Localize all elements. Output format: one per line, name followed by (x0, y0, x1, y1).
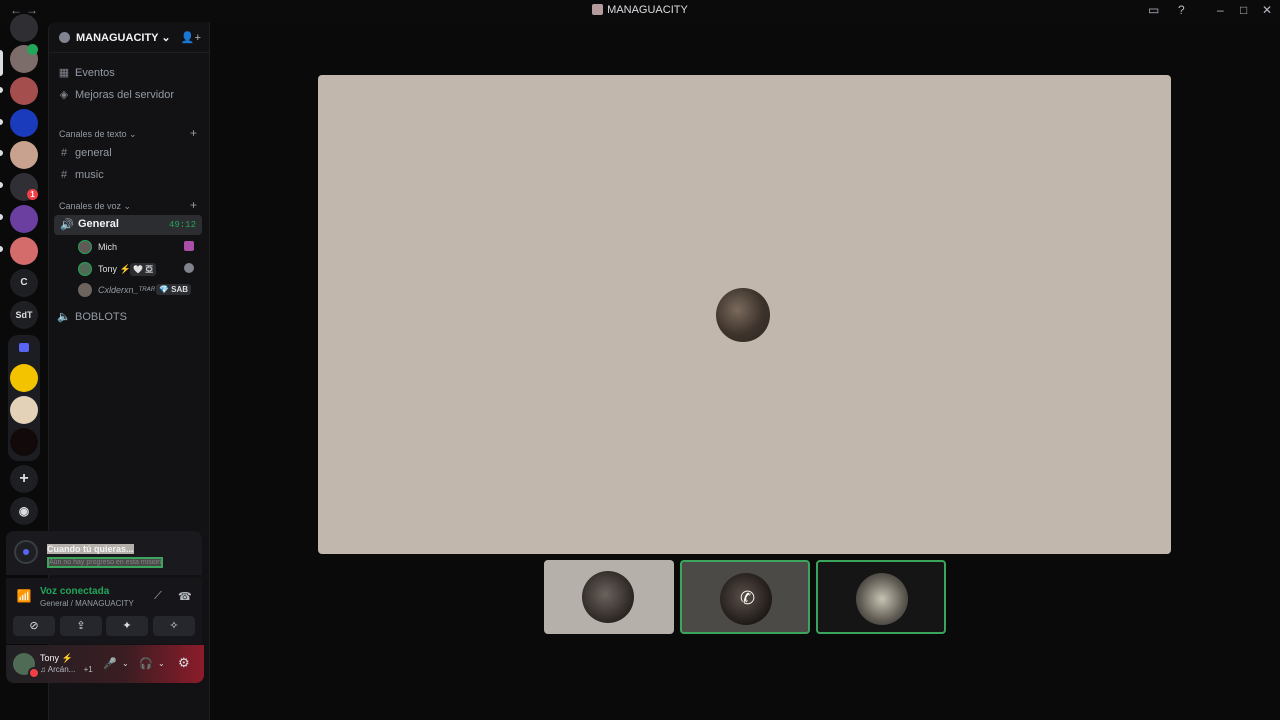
channel-general[interactable]: # general (57, 143, 207, 163)
deafen-icon (184, 263, 194, 273)
noise-suppression-icon[interactable]: ⟋ (154, 590, 162, 603)
close-button[interactable]: ✕ (1262, 3, 1272, 17)
quest-title: Cuando tú quieras... (47, 544, 134, 554)
folder-server-3-icon[interactable] (10, 428, 38, 456)
chevron-down-icon[interactable]: ⌄ (122, 659, 129, 668)
server-3-icon[interactable] (10, 109, 38, 137)
voice-channel-boblots[interactable]: 🔈 BOBLOTS (57, 307, 207, 327)
participant-tile[interactable] (816, 560, 946, 634)
settings-icon[interactable]: ⚙ (178, 655, 190, 671)
home-button[interactable] (10, 14, 38, 42)
voice-user-mich[interactable]: Mich (78, 238, 198, 256)
server-badge-icon (59, 32, 70, 43)
quest-card[interactable]: Cuando tú quieras... Aún no hay progreso… (6, 531, 202, 575)
participant-tile[interactable]: ✆ (680, 560, 810, 634)
voice-user-tony[interactable]: Tony ⚡ 🤍 亞 (78, 260, 198, 278)
nav-events[interactable]: ▦ Eventos (57, 63, 207, 83)
disconnect-icon[interactable]: ☎ (178, 590, 192, 603)
avatar (78, 240, 92, 254)
voice-category[interactable]: Canales de voz ⌄ (59, 201, 131, 212)
voice-location[interactable]: General / MANAGUACITY (40, 599, 134, 608)
participant-tile[interactable] (544, 560, 674, 634)
speaker-avatar (716, 288, 770, 342)
server-header[interactable]: MANAGUACITY ⌄ (59, 31, 171, 44)
title-bar: ← → MANAGUACITY ▭ ? – □ ✕ (0, 0, 1280, 22)
chevron-down-icon[interactable]: ⌄ (158, 659, 165, 668)
voice-channel-general[interactable]: 🔊 General 49:12 (54, 215, 202, 235)
server-4-icon[interactable] (10, 141, 38, 169)
server-icon (592, 4, 604, 15)
screenshare-button[interactable]: ⇪ (60, 616, 102, 636)
window-title: MANAGUACITY (0, 4, 1280, 16)
voice-stage[interactable] (318, 75, 1171, 554)
voice-connection-panel: 📶 Voz conectada General / MANAGUACITY ⟋ … (6, 578, 202, 644)
avatar (78, 262, 92, 276)
headphones-icon[interactable]: 🎧 (139, 657, 153, 670)
call-timer: 49:12 (168, 220, 196, 230)
mention-badge: 1 (27, 189, 38, 200)
signal-icon[interactable]: 📶 (14, 586, 34, 606)
quest-subtitle: Aún no hay progreso en esta misión (47, 557, 164, 568)
avatar (78, 283, 92, 297)
username[interactable]: Tony ⚡ (40, 653, 73, 664)
help-icon[interactable]: ? (1178, 3, 1185, 17)
call-icon: ✆ (740, 588, 756, 608)
server-2-icon[interactable] (10, 77, 38, 105)
user-activity: ♫ Arcán... +1 (40, 665, 93, 674)
soundboard-button[interactable]: ✧ (153, 616, 195, 636)
activities-button[interactable]: ✦ (106, 616, 148, 636)
inbox-icon[interactable]: ▭ (1148, 3, 1159, 17)
server-sdt-icon[interactable]: SdT ⚡ (10, 301, 38, 348)
server-6-icon[interactable] (10, 205, 38, 233)
minimize-button[interactable]: – (1217, 3, 1224, 17)
status-indicator (28, 667, 40, 679)
avatar (582, 571, 634, 623)
folder-server-2-icon[interactable] (10, 396, 38, 424)
maximize-button[interactable]: □ (1240, 3, 1247, 17)
discover-icon[interactable]: ◉ (10, 497, 38, 525)
add-server-icon[interactable]: + (10, 465, 38, 493)
nav-boosts[interactable]: ◈ Mejoras del servidor (57, 85, 207, 105)
speaker-icon: 🔊 (60, 219, 74, 231)
user-tag: 💎 SAB (156, 284, 192, 295)
server-folder[interactable] (8, 335, 40, 461)
channel-music[interactable]: # music (57, 165, 207, 185)
add-text-channel-icon[interactable]: + (190, 126, 197, 140)
voice-status[interactable]: Voz conectada (40, 586, 109, 597)
mic-icon[interactable]: 🎤 (103, 657, 117, 670)
server-7-icon[interactable] (10, 237, 38, 265)
folder-server-1-icon[interactable] (10, 364, 38, 392)
boost-icon: ◈ (59, 89, 69, 101)
user-panel: Tony ⚡ ♫ Arcán... +1 🎤 ⌄ 🎧 ⌄ ⚙ (6, 645, 204, 683)
invite-icon[interactable]: 👤+ (181, 31, 201, 44)
voice-badge (27, 44, 38, 55)
activity-icon (184, 241, 194, 251)
calendar-icon: ▦ (58, 67, 70, 79)
hash-icon: # (60, 169, 68, 181)
text-category[interactable]: Canales de texto ⌄ (59, 129, 137, 140)
add-voice-channel-icon[interactable]: + (190, 198, 197, 212)
camera-button[interactable]: ⊘ (13, 616, 55, 636)
hash-icon: # (60, 147, 68, 159)
server-c-icon[interactable]: C (10, 269, 38, 297)
avatar (856, 573, 908, 625)
folder-icon (19, 343, 29, 352)
quest-icon (14, 540, 38, 564)
voice-user-cxlderxn[interactable]: Cxlderxn_ᵀᴿᴬᴿ 💎 SAB (78, 281, 198, 299)
user-tag: 🤍 亞 (130, 263, 157, 276)
speaker-icon: 🔈 (57, 311, 71, 323)
